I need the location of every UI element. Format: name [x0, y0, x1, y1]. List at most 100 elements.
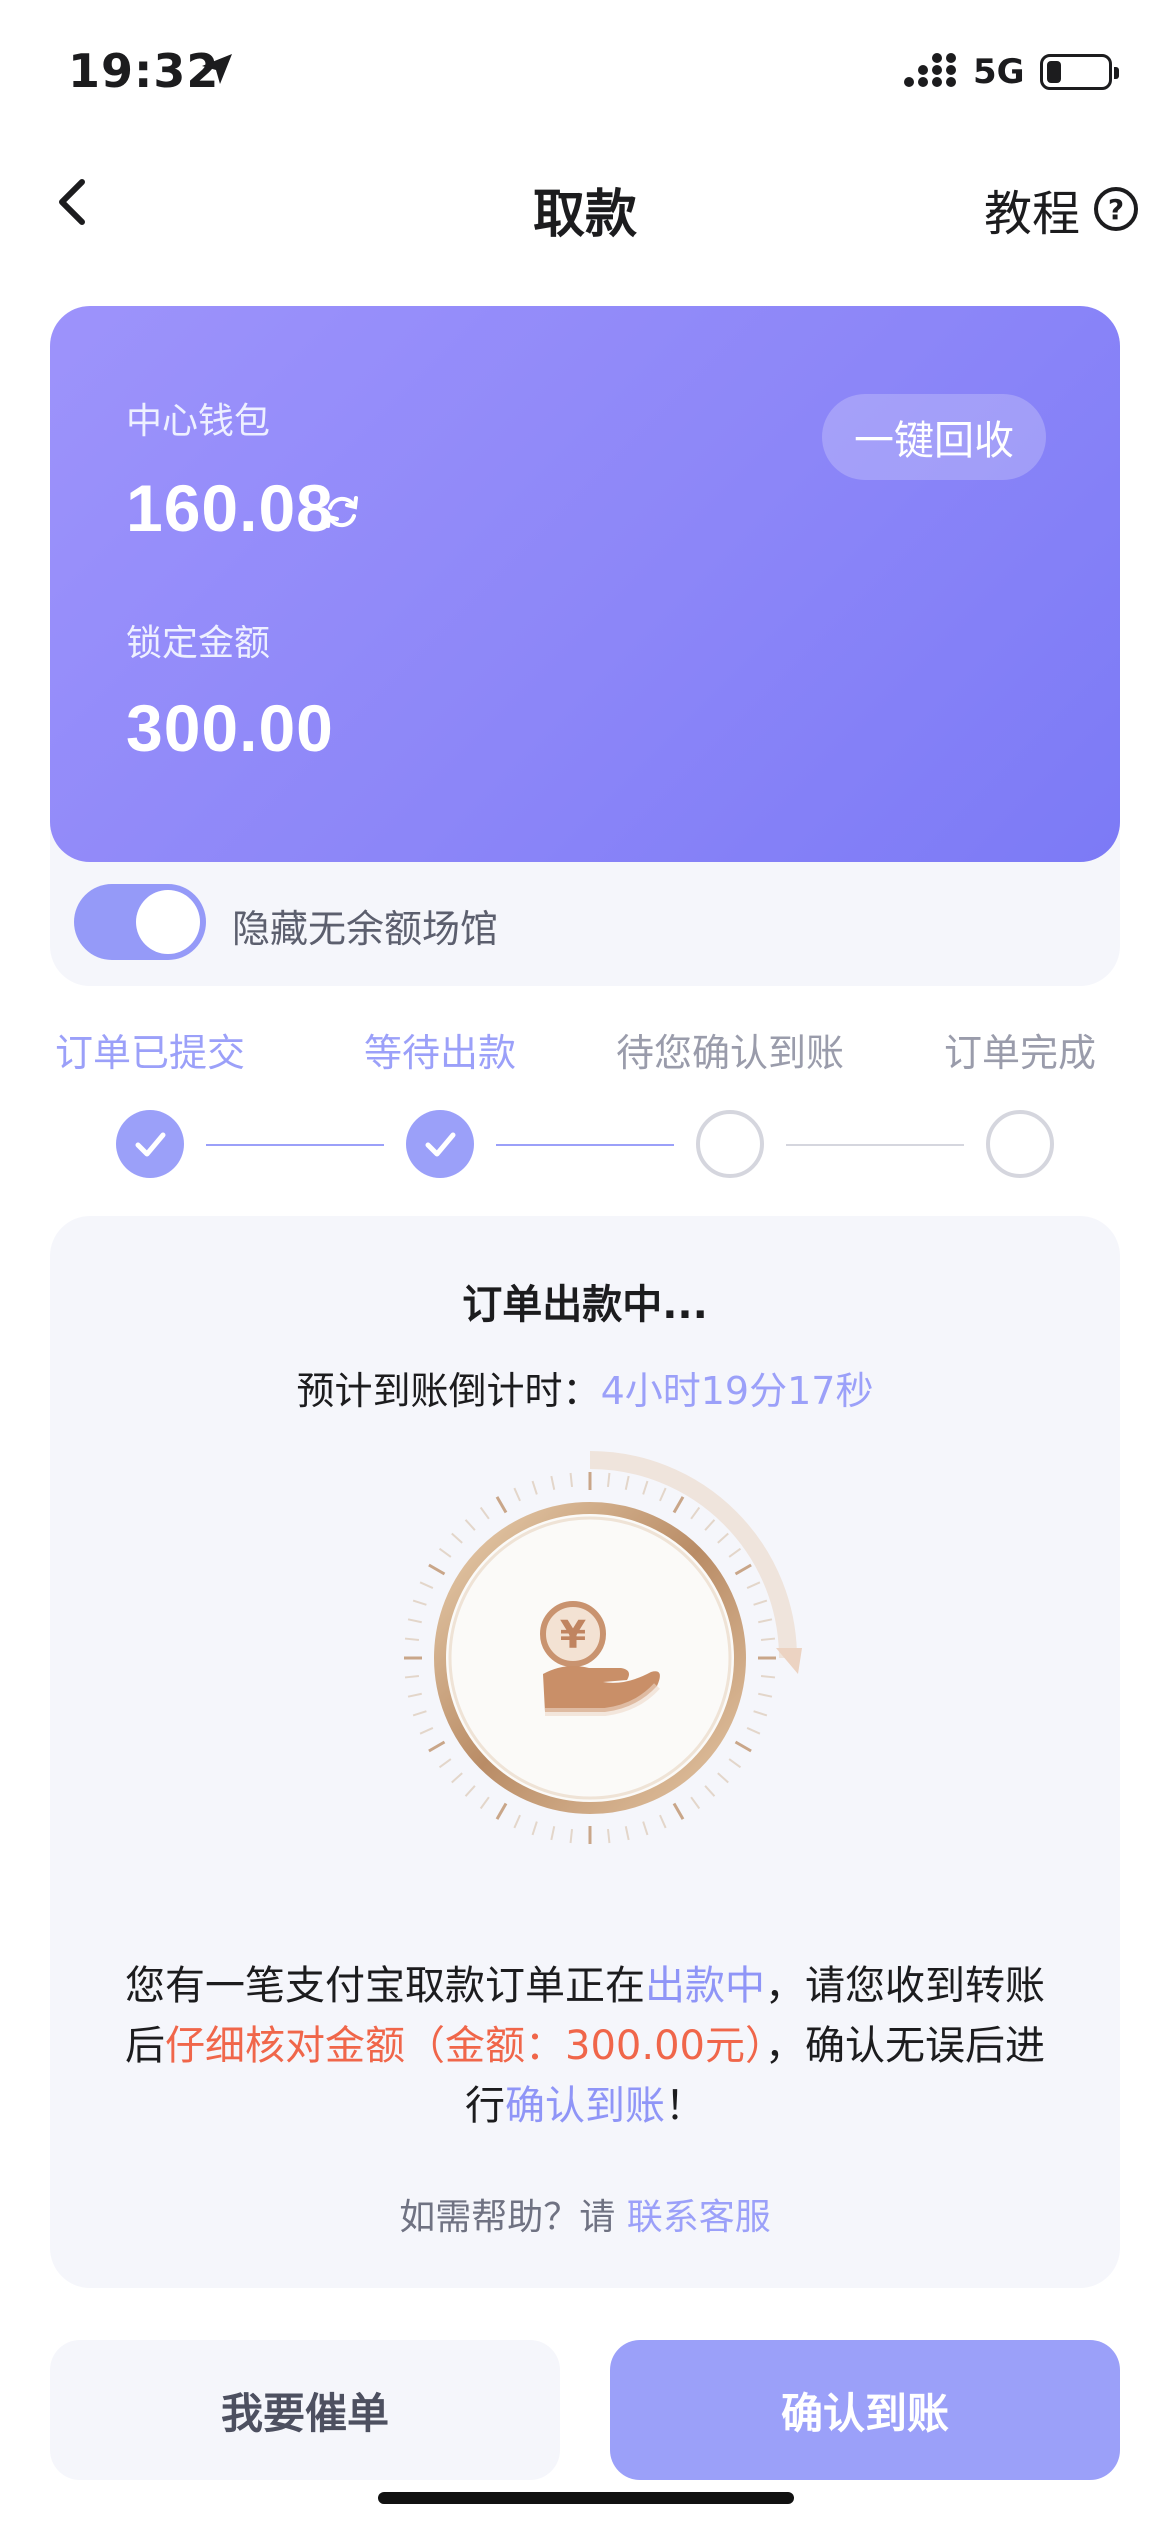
message-text: ！ [665, 2083, 705, 2129]
dial-tick [428, 1740, 446, 1753]
order-status-card: 订单出款中... 预计到账倒计时：4小时19分17秒 ¥ 您有一笔支付宝取款订单… [50, 1216, 1120, 2288]
signal-icon [904, 53, 956, 87]
dial-tick [419, 1727, 434, 1735]
dial-tick [451, 1532, 463, 1544]
locked-amount-value: 300.00 [126, 691, 334, 765]
hide-empty-venues-toggle[interactable] [74, 884, 206, 960]
contact-support-link[interactable]: 联系客服 [627, 2197, 771, 2238]
dial-tick [642, 1821, 649, 1836]
dial-tick [606, 1472, 611, 1488]
tutorial-button[interactable]: 教程 ? [984, 174, 1138, 244]
dial-tick [728, 1758, 742, 1769]
dial-tick [624, 1475, 630, 1490]
message-highlight-amount: 仔细核对金额（金额：300.00元） [165, 2023, 765, 2069]
dial-tick [407, 1618, 422, 1624]
dial-tick [407, 1692, 422, 1698]
one-click-recycle-button[interactable]: 一键回收 [822, 394, 1046, 480]
step-label-completed: 订单完成 [943, 1031, 1097, 1075]
help-prefix: 如需帮助？请 [399, 2197, 627, 2238]
status-time: 19:32 [68, 44, 220, 98]
dial-tick [624, 1826, 630, 1841]
dial-tick [734, 1563, 752, 1576]
step-check-icon [406, 1110, 474, 1178]
dial-tick [717, 1772, 729, 1784]
help-row: 如需帮助？请 联系客服 [50, 2188, 1120, 2240]
dial-tick [404, 1637, 420, 1642]
dial-tick [464, 1785, 476, 1797]
step-label-awaiting-payout: 等待出款 [363, 1031, 517, 1075]
urge-order-button[interactable]: 我要催单 [50, 2340, 560, 2480]
order-progress-steps: 订单已提交 等待出款 待您确认到账 订单完成 [0, 1010, 1170, 1190]
dial-tick [746, 1727, 761, 1735]
countdown-row: 预计到账倒计时：4小时19分17秒 [50, 1360, 1120, 1415]
nav-bar: 取款 教程 ? [0, 150, 1170, 260]
dial-tick [690, 1506, 701, 1520]
step-connector [496, 1144, 674, 1146]
dial-tick [753, 1599, 768, 1606]
confirm-receipt-button[interactable]: 确认到账 [610, 2340, 1120, 2480]
message-highlight-confirm: 确认到账 [505, 2083, 665, 2129]
dial-tick [728, 1547, 742, 1558]
dial-tick [531, 1821, 538, 1836]
dial-tick [550, 1826, 556, 1841]
dial-tick [428, 1563, 446, 1576]
step-label-submitted: 订单已提交 [54, 1031, 246, 1075]
dial-tick [495, 1802, 508, 1820]
dial-tick [438, 1547, 452, 1558]
dial-tick [659, 1814, 667, 1829]
dial-tick [758, 1618, 773, 1624]
countdown-value: 4小时19分17秒 [600, 1369, 874, 1413]
message-text: 您有一笔支付宝取款订单正在 [125, 1963, 645, 2009]
dial-tick [513, 1487, 521, 1502]
dial-tick [479, 1506, 490, 1520]
dial-tick [642, 1480, 649, 1495]
status-bar: 19:32 5G [0, 0, 1170, 140]
step-connector [786, 1144, 964, 1146]
dial-tick [569, 1828, 574, 1844]
refresh-icon[interactable] [320, 490, 364, 534]
locked-amount-label: 锁定金额 [126, 623, 271, 664]
dial-tick [704, 1785, 716, 1797]
dial-tick [419, 1581, 434, 1589]
dial-tick [513, 1814, 521, 1829]
progress-arc-head [776, 1648, 802, 1674]
tutorial-label: 教程 [983, 186, 1080, 242]
svg-text:¥: ¥ [560, 1613, 586, 1657]
network-type: 5G [973, 52, 1025, 92]
step-pending-icon [696, 1110, 764, 1178]
dial-tick [479, 1796, 490, 1810]
dial-tick [569, 1472, 574, 1488]
message-highlight-status: 出款中 [645, 1963, 765, 2009]
dial-tick [758, 1692, 773, 1698]
dial-tick [550, 1475, 556, 1490]
dial-tick [404, 1674, 420, 1679]
dial-tick [464, 1519, 476, 1531]
dial-tick [760, 1637, 776, 1642]
center-wallet-amount: 160.08 [126, 471, 334, 545]
hide-empty-venues-label: 隐藏无余额场馆 [232, 907, 499, 951]
dial-tick [531, 1480, 538, 1495]
location-arrow-icon [202, 54, 232, 84]
dial-tick [451, 1772, 463, 1784]
center-wallet-label: 中心钱包 [126, 401, 271, 442]
wallet-card: 中心钱包 160.08 锁定金额 300.00 一键回收 [50, 306, 1120, 862]
dial-tick [412, 1599, 427, 1606]
dial-tick [734, 1740, 752, 1753]
dial-tick [753, 1710, 768, 1717]
help-circle-icon: ? [1094, 187, 1138, 231]
dial-tick [690, 1796, 701, 1810]
dial-tick [495, 1496, 508, 1514]
payout-timer-dial: ¥ [404, 1451, 802, 1844]
countdown-label: 预计到账倒计时： [296, 1369, 601, 1413]
home-indicator [378, 2492, 794, 2504]
order-message: 您有一笔支付宝取款订单正在出款中，请您收到转账后仔细核对金额（金额：300.00… [120, 1956, 1050, 2136]
battery-icon [1040, 54, 1119, 90]
dial-tick [704, 1519, 716, 1531]
dial-tick [412, 1710, 427, 1717]
dial-tick [672, 1496, 685, 1514]
dial-tick [760, 1674, 776, 1679]
dial-tick [717, 1532, 729, 1544]
dial-tick [746, 1581, 761, 1589]
dial-tick [659, 1487, 667, 1502]
step-pending-icon [986, 1110, 1054, 1178]
